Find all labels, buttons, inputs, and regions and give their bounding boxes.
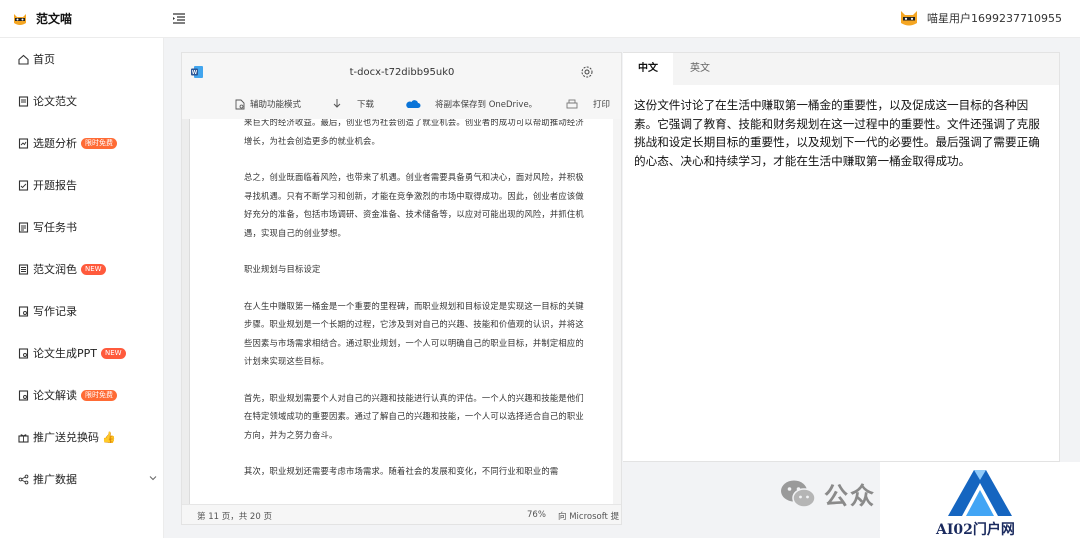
onedrive-cloud-icon [406,100,421,108]
sidebar-item-topic-analysis[interactable]: 选题分析 限时免费 [18,133,158,153]
download-button[interactable]: 下载 [332,98,374,110]
report-icon [18,179,29,191]
doc-paragraph: 其次，职业规划还需要考虑市场需求。随着社会的发展和变化，不同行业和职业的需 [244,466,559,476]
top-bar: 范文喵 喵星用户1699237710955 [0,0,1080,38]
app-name: 范文喵 [36,12,73,26]
tab-english[interactable]: 英文 [673,53,727,85]
sidebar-item-label: 首页 [33,53,55,66]
svg-text:W: W [192,70,198,76]
doc-paragraph: 在人生中赚取第一桶金是一个重要的里程碑，而职业规划和目标设定是实现这一目标的关键… [244,300,584,367]
sidebar-item-promo-code[interactable]: 推广送兑换码 👍 [18,427,158,447]
feedback-link[interactable]: 向 Microsoft 提 [558,510,619,522]
save-onedrive-label: 将副本保存到 OneDrive。 [435,100,538,110]
sidebar-item-label: 写作记录 [33,305,77,318]
task-icon [18,221,29,233]
free-badge: 限时免费 [81,137,117,149]
sidebar-item-writing-record[interactable]: 写作记录 [18,301,158,321]
zoom-level[interactable]: 76% [527,510,546,520]
wechat-icon [781,480,816,508]
gear-icon[interactable] [580,65,594,79]
document-text: 来巨大的经济收益。最后，创业也为社会创造了就业机会。创业者的成功可以帮助推动经济… [244,119,589,499]
sidebar-item-label: 论文解读 [33,389,77,402]
document-viewer: W t-docx-t72dibb95uk0 辅助功能模式 下载 将副本保存到 O… [181,52,622,525]
print-label: 打印 [593,100,611,110]
new-badge: NEW [101,347,126,359]
interpret-icon [18,389,29,401]
document-page[interactable]: 来巨大的经济收益。最后，创业也为社会创造了就业机会。创业者的成功可以帮助推动经济… [182,119,621,505]
sidebar-item-polish[interactable]: 范文润色 NEW [18,259,158,279]
sidebar-item-proposal[interactable]: 开题报告 [18,175,158,195]
sidebar-item-label: 选题分析 [33,137,77,150]
new-badge: NEW [81,263,106,275]
accessibility-label: 辅助功能模式 [250,100,302,110]
wechat-watermark: 公众 [778,476,876,511]
sidebar-item-label: 范文润色 [33,263,77,276]
sidebar-item-papers[interactable]: 论文范文 [18,91,158,111]
document-status-bar: 第 11 页，共 20 页 76% 向 Microsoft 提 [182,504,621,524]
sidebar-item-interpret[interactable]: 论文解读 限时免费 [18,385,158,405]
document-scrollbar[interactable] [613,119,621,505]
brand-a-logo-icon [948,470,1012,516]
avatar [901,11,918,26]
analysis-icon [18,137,29,149]
accessibility-mode-button[interactable]: 辅助功能模式 [235,98,301,110]
chevron-down-icon[interactable] [148,473,158,483]
thumbs-up-icon: 👍 [102,430,116,444]
page-margin [182,119,190,505]
share-icon [18,474,29,484]
watermark-text: 公众 [824,482,876,510]
sidebar-item-label: 开题报告 [33,179,77,192]
user-name: 喵星用户1699237710955 [927,12,1062,25]
cat-logo-icon [14,13,26,25]
user-menu[interactable]: 喵星用户1699237710955 [900,9,1062,27]
doc-paragraph: 总之，创业既面临着风险，也带来了机遇。创业者需要具备勇气和决心，面对风险，并积极… [244,172,584,238]
record-icon [18,305,29,317]
gift-icon [18,433,29,443]
summary-text: 这份文件讨论了在生活中赚取第一桶金的重要性，以及促成这一目标的各种因素。它强调了… [634,98,1040,168]
polish-icon [18,263,29,275]
doc-heading: 职业规划与目标设定 [244,264,321,274]
sidebar-item-label: 推广送兑换码 [33,431,99,444]
document-filename: t-docx-t72dibb95uk0 [349,67,455,78]
tab-chinese[interactable]: 中文 [623,53,673,85]
sidebar-item-label: 推广数据 [33,473,77,486]
page-indicator: 第 11 页，共 20 页 [197,512,272,522]
paper-icon [18,95,29,107]
summary-panel: 中文 英文 这份文件讨论了在生活中赚取第一桶金的重要性，以及促成这一目标的各种因… [623,52,1060,462]
sidebar-item-promo-data[interactable]: 推广数据 [18,469,158,489]
home-icon [18,54,29,65]
doc-paragraph: 首先，职业规划需要个人对自己的兴趣和技能进行认真的评估。一个人的兴趣和技能是他们… [244,392,584,440]
collapse-menu-icon[interactable] [172,12,186,26]
free-badge: 限时免费 [81,389,117,401]
print-button[interactable]: 打印 [566,98,610,110]
app-logo[interactable]: 范文喵 [12,10,72,27]
doc-paragraph: 来巨大的经济收益。最后，创业也为社会创造了就业机会。创业者的成功可以帮助推动经济… [244,119,584,146]
language-tabs: 中文 英文 [623,53,1059,85]
save-to-onedrive-button[interactable]: 将副本保存到 OneDrive。 [406,98,537,110]
sidebar: 首页 论文范文 选题分析 限时免费 开题报告 写任务书 范文润色 NEW 写作记… [0,38,164,538]
sidebar-item-label: 写任务书 [33,221,77,234]
sidebar-item-home[interactable]: 首页 [18,49,158,69]
document-header: W t-docx-t72dibb95uk0 辅助功能模式 下载 将副本保存到 O… [182,53,621,119]
sidebar-item-paper-ppt[interactable]: 论文生成PPT NEW [18,343,158,363]
ppt-icon [18,347,29,359]
document-accessibility-icon [235,99,245,109]
download-icon [333,98,341,108]
sidebar-item-label: 论文范文 [33,95,77,108]
brand-logo: AI02门户网 [880,462,1080,538]
sidebar-item-task-book[interactable]: 写任务书 [18,217,158,237]
brand-name: AI02门户网 [936,522,1015,538]
download-label: 下载 [357,100,375,110]
sidebar-item-label: 论文生成PPT [33,347,97,360]
word-icon: W [191,66,203,78]
printer-icon [566,99,578,108]
